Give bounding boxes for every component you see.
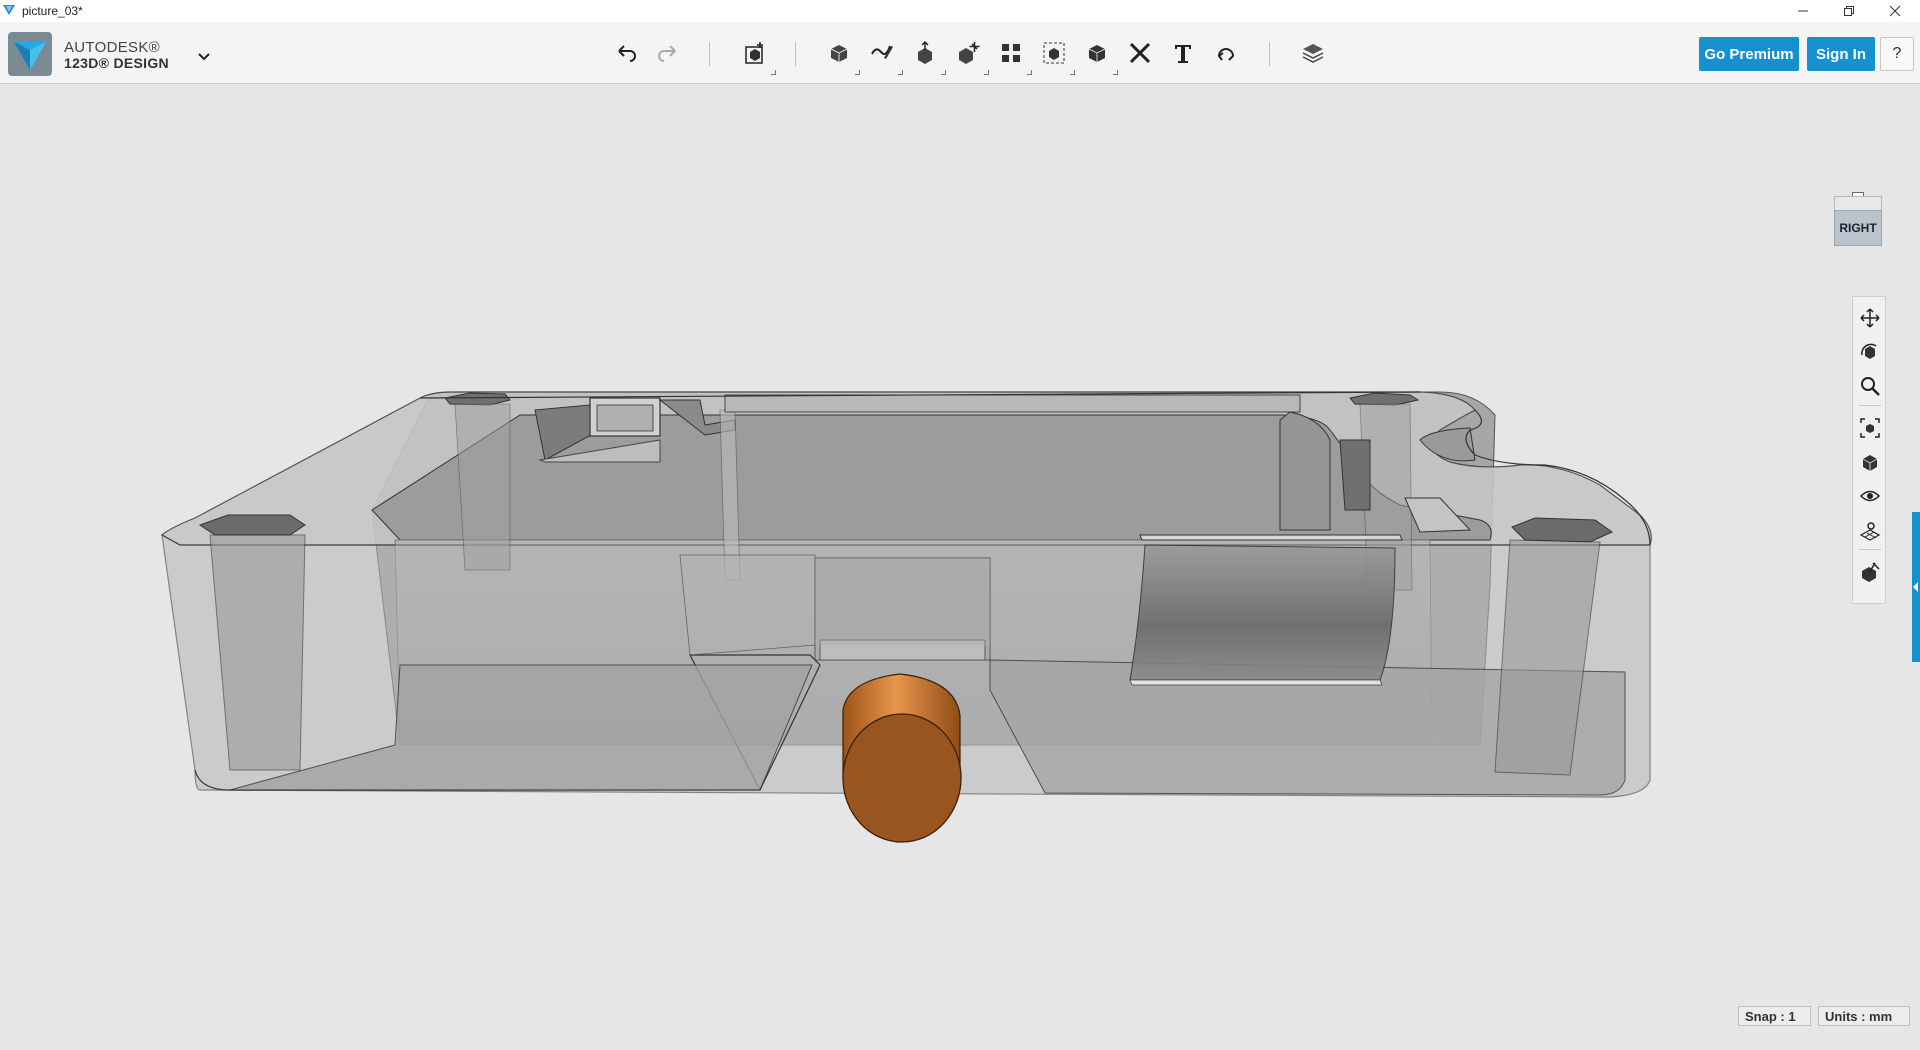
- combine-icon: [1088, 45, 1106, 62]
- dropdown-corner: [941, 70, 946, 75]
- pattern-button[interactable]: [996, 38, 1032, 75]
- dropdown-corner: [984, 70, 989, 75]
- 123d-logo[interactable]: [8, 32, 52, 76]
- measure-icon: [1129, 42, 1151, 64]
- view-cube[interactable]: RIGHT: [1828, 192, 1888, 256]
- snap-status[interactable]: Snap : 1: [1738, 1006, 1811, 1026]
- redo-icon: [658, 45, 676, 62]
- combine-button[interactable]: [1082, 38, 1118, 75]
- material-display-icon: [1862, 562, 1880, 582]
- snap-icon: [1217, 48, 1235, 61]
- primitives-icon: [830, 45, 848, 62]
- navbar-separator: [1859, 405, 1881, 406]
- orbit-button[interactable]: [1857, 339, 1883, 365]
- dropdown-corner: [771, 70, 776, 75]
- cylinder-model[interactable]: [842, 673, 962, 843]
- sign-in-button[interactable]: Sign In: [1807, 37, 1875, 71]
- window-title: picture_03*: [22, 4, 83, 18]
- restore-button[interactable]: [1826, 0, 1872, 22]
- units-status[interactable]: Units : mm: [1818, 1006, 1910, 1026]
- visibility-button[interactable]: [1857, 483, 1883, 509]
- grouping-icon: [1043, 42, 1065, 64]
- chevron-left-icon: [1913, 582, 1918, 592]
- grid-icon: [1859, 522, 1881, 541]
- pan-icon: [1860, 308, 1880, 328]
- measure-button[interactable]: [1125, 38, 1155, 68]
- primitives-button[interactable]: [824, 38, 860, 75]
- fit-button[interactable]: [1857, 415, 1883, 441]
- snap-button[interactable]: [1211, 38, 1241, 68]
- zoom-button[interactable]: [1857, 373, 1883, 399]
- zoom-icon: [1861, 377, 1880, 396]
- construct-icon: [918, 40, 932, 64]
- sketch-icon: [871, 45, 893, 59]
- toolbar-separator: [795, 42, 796, 66]
- toolbar-separator: [1269, 42, 1270, 66]
- grouping-button[interactable]: [1039, 38, 1075, 75]
- dropdown-corner: [1027, 70, 1032, 75]
- text-icon: [1175, 45, 1191, 63]
- sketch-button[interactable]: [867, 38, 903, 75]
- minimize-button[interactable]: [1780, 0, 1826, 22]
- restore-icon: [1844, 6, 1854, 16]
- brand-line-2: 123D® DESIGN: [64, 55, 169, 71]
- close-button[interactable]: [1872, 0, 1918, 22]
- dropdown-corner: [1113, 70, 1118, 75]
- material-display-button[interactable]: [1857, 559, 1883, 585]
- fit-icon: [1860, 418, 1880, 438]
- grid-button[interactable]: [1857, 517, 1883, 543]
- title-bar: picture_03*: [0, 0, 1920, 22]
- view-cube-face[interactable]: RIGHT: [1834, 210, 1882, 246]
- modify-button[interactable]: [953, 38, 989, 75]
- brand-line-1: AUTODESK®: [64, 39, 160, 56]
- redo-button[interactable]: [653, 38, 683, 68]
- app-logo-icon: [3, 5, 15, 15]
- dropdown-corner: [1070, 70, 1075, 75]
- model-scene[interactable]: [0, 84, 1920, 1050]
- view-mode-icon: [1862, 455, 1878, 471]
- transform-button[interactable]: [740, 38, 776, 75]
- 3d-viewport[interactable]: RIGHT: [0, 84, 1920, 1050]
- navbar-separator: [1859, 549, 1881, 550]
- dropdown-corner: [898, 70, 903, 75]
- toolbar-separator: [709, 42, 710, 66]
- pan-button[interactable]: [1857, 305, 1883, 331]
- go-premium-button[interactable]: Go Premium: [1699, 37, 1799, 71]
- undo-icon: [618, 45, 636, 62]
- dropdown-corner: [855, 70, 860, 75]
- modify-icon: [959, 42, 980, 64]
- text-button[interactable]: [1168, 38, 1198, 68]
- transform-icon: [745, 42, 763, 64]
- material-button[interactable]: [1298, 38, 1328, 68]
- main-toolbar: AUTODESK® 123D® DESIGN Go Premium Sign I…: [0, 22, 1920, 84]
- material-icon: [1302, 44, 1324, 63]
- minimize-icon: [1798, 10, 1808, 12]
- help-button[interactable]: ?: [1880, 37, 1914, 71]
- pattern-icon: [1002, 44, 1020, 62]
- undo-button[interactable]: [611, 38, 641, 68]
- close-icon: [1889, 5, 1901, 17]
- view-mode-button[interactable]: [1857, 449, 1883, 475]
- construct-button[interactable]: [910, 38, 946, 75]
- orbit-icon: [1861, 343, 1877, 359]
- chevron-down-icon[interactable]: [196, 48, 212, 64]
- visibility-icon: [1859, 490, 1881, 502]
- navigation-bar: [1852, 296, 1886, 604]
- view-cube-top[interactable]: [1834, 196, 1882, 211]
